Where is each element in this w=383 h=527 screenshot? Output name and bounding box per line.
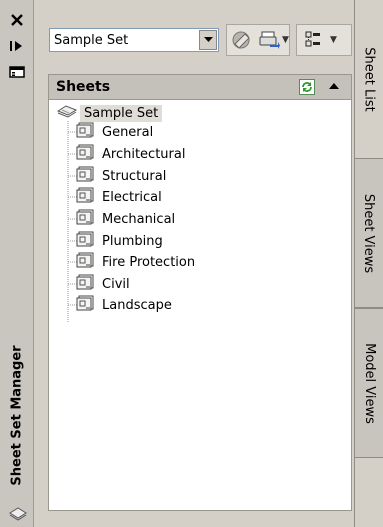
sheet-subset-icon [76,166,96,186]
tree-item-label: Civil [102,276,130,292]
tree-item-general[interactable]: General [76,122,153,142]
sheet-subset-icon [76,252,96,272]
tree-item-label: General [102,124,154,140]
sheet-set-select[interactable]: Sample Set [49,28,219,52]
close-icon[interactable] [8,12,26,28]
sheet-subset-icon [76,274,96,294]
chevron-down-icon[interactable]: ▼ [282,35,289,45]
collapse-up-icon[interactable] [327,79,341,93]
sheet-set-icon [56,104,78,122]
tree-item-label: Electrical [102,189,162,205]
sheet-subset-icon [76,209,96,229]
tree-item-label: Fire Protection [102,254,196,270]
sheets-header: Sheets [49,75,351,100]
sheets-header-title: Sheets [56,79,111,95]
chevron-down-icon[interactable] [199,30,217,50]
sheet-set-select-value: Sample Set [54,32,129,48]
tab-label: Model Views [361,342,377,424]
sheets-tree-panel: Sheets Sample Set General Architectural [48,74,352,511]
tree-item-label: Structural [102,168,167,184]
sheet-subset-icon [76,231,96,251]
tree-item-label: Plumbing [102,233,163,249]
tab-label: Sheet List [361,46,377,112]
auto-hide-icon[interactable] [8,38,26,54]
tree-root-sample-set[interactable]: Sample Set [56,103,163,123]
list-view-icon[interactable] [297,26,329,54]
resource-drawing-icon[interactable] [227,26,257,54]
tab-strip: Sheet List Sheet Views Model Views [354,0,383,527]
tree-item-civil[interactable]: Civil [76,274,130,294]
sheet-subset-icon [76,122,96,142]
sheet-subset-icon [76,187,96,207]
tab-label: Sheet Views [361,193,377,273]
sheet-set-manager-panel: Sample Set ▼ ▼ Sheets Sample Set General… [34,0,354,527]
properties-icon[interactable] [8,64,26,80]
tree-item-fire-protection[interactable]: Fire Protection [76,252,195,272]
tree-item-label: Mechanical [102,211,176,227]
publish-printer-icon[interactable] [257,26,281,54]
tab-model-views[interactable]: Model Views [355,308,383,458]
view-tools: ▼ [296,24,352,56]
tree-item-mechanical[interactable]: Mechanical [76,209,175,229]
tree-item-landscape[interactable]: Landscape [76,295,172,315]
tree-item-label: Architectural [102,146,186,162]
palette-title-bar: Sheet Set Manager [0,0,34,527]
palette-title: Sheet Set Manager [9,344,25,486]
chevron-down-icon[interactable]: ▼ [330,35,337,45]
tree-root-label: Sample Set [80,104,163,122]
sheet-subset-icon [76,144,96,164]
refresh-icon[interactable] [299,79,315,95]
tree-item-electrical[interactable]: Electrical [76,187,162,207]
tab-sheet-views[interactable]: Sheet Views [355,158,383,308]
sheet-set-icon [8,505,28,521]
tree-item-structural[interactable]: Structural [76,166,166,186]
tree-item-label: Landscape [102,297,172,313]
tree-item-architectural[interactable]: Architectural [76,144,185,164]
toolbar: Sample Set ▼ ▼ [34,0,354,70]
publish-tools: ▼ [226,24,290,56]
sheet-subset-icon [76,295,96,315]
tab-sheet-list[interactable]: Sheet List [355,0,383,158]
tree-item-plumbing[interactable]: Plumbing [76,231,163,251]
